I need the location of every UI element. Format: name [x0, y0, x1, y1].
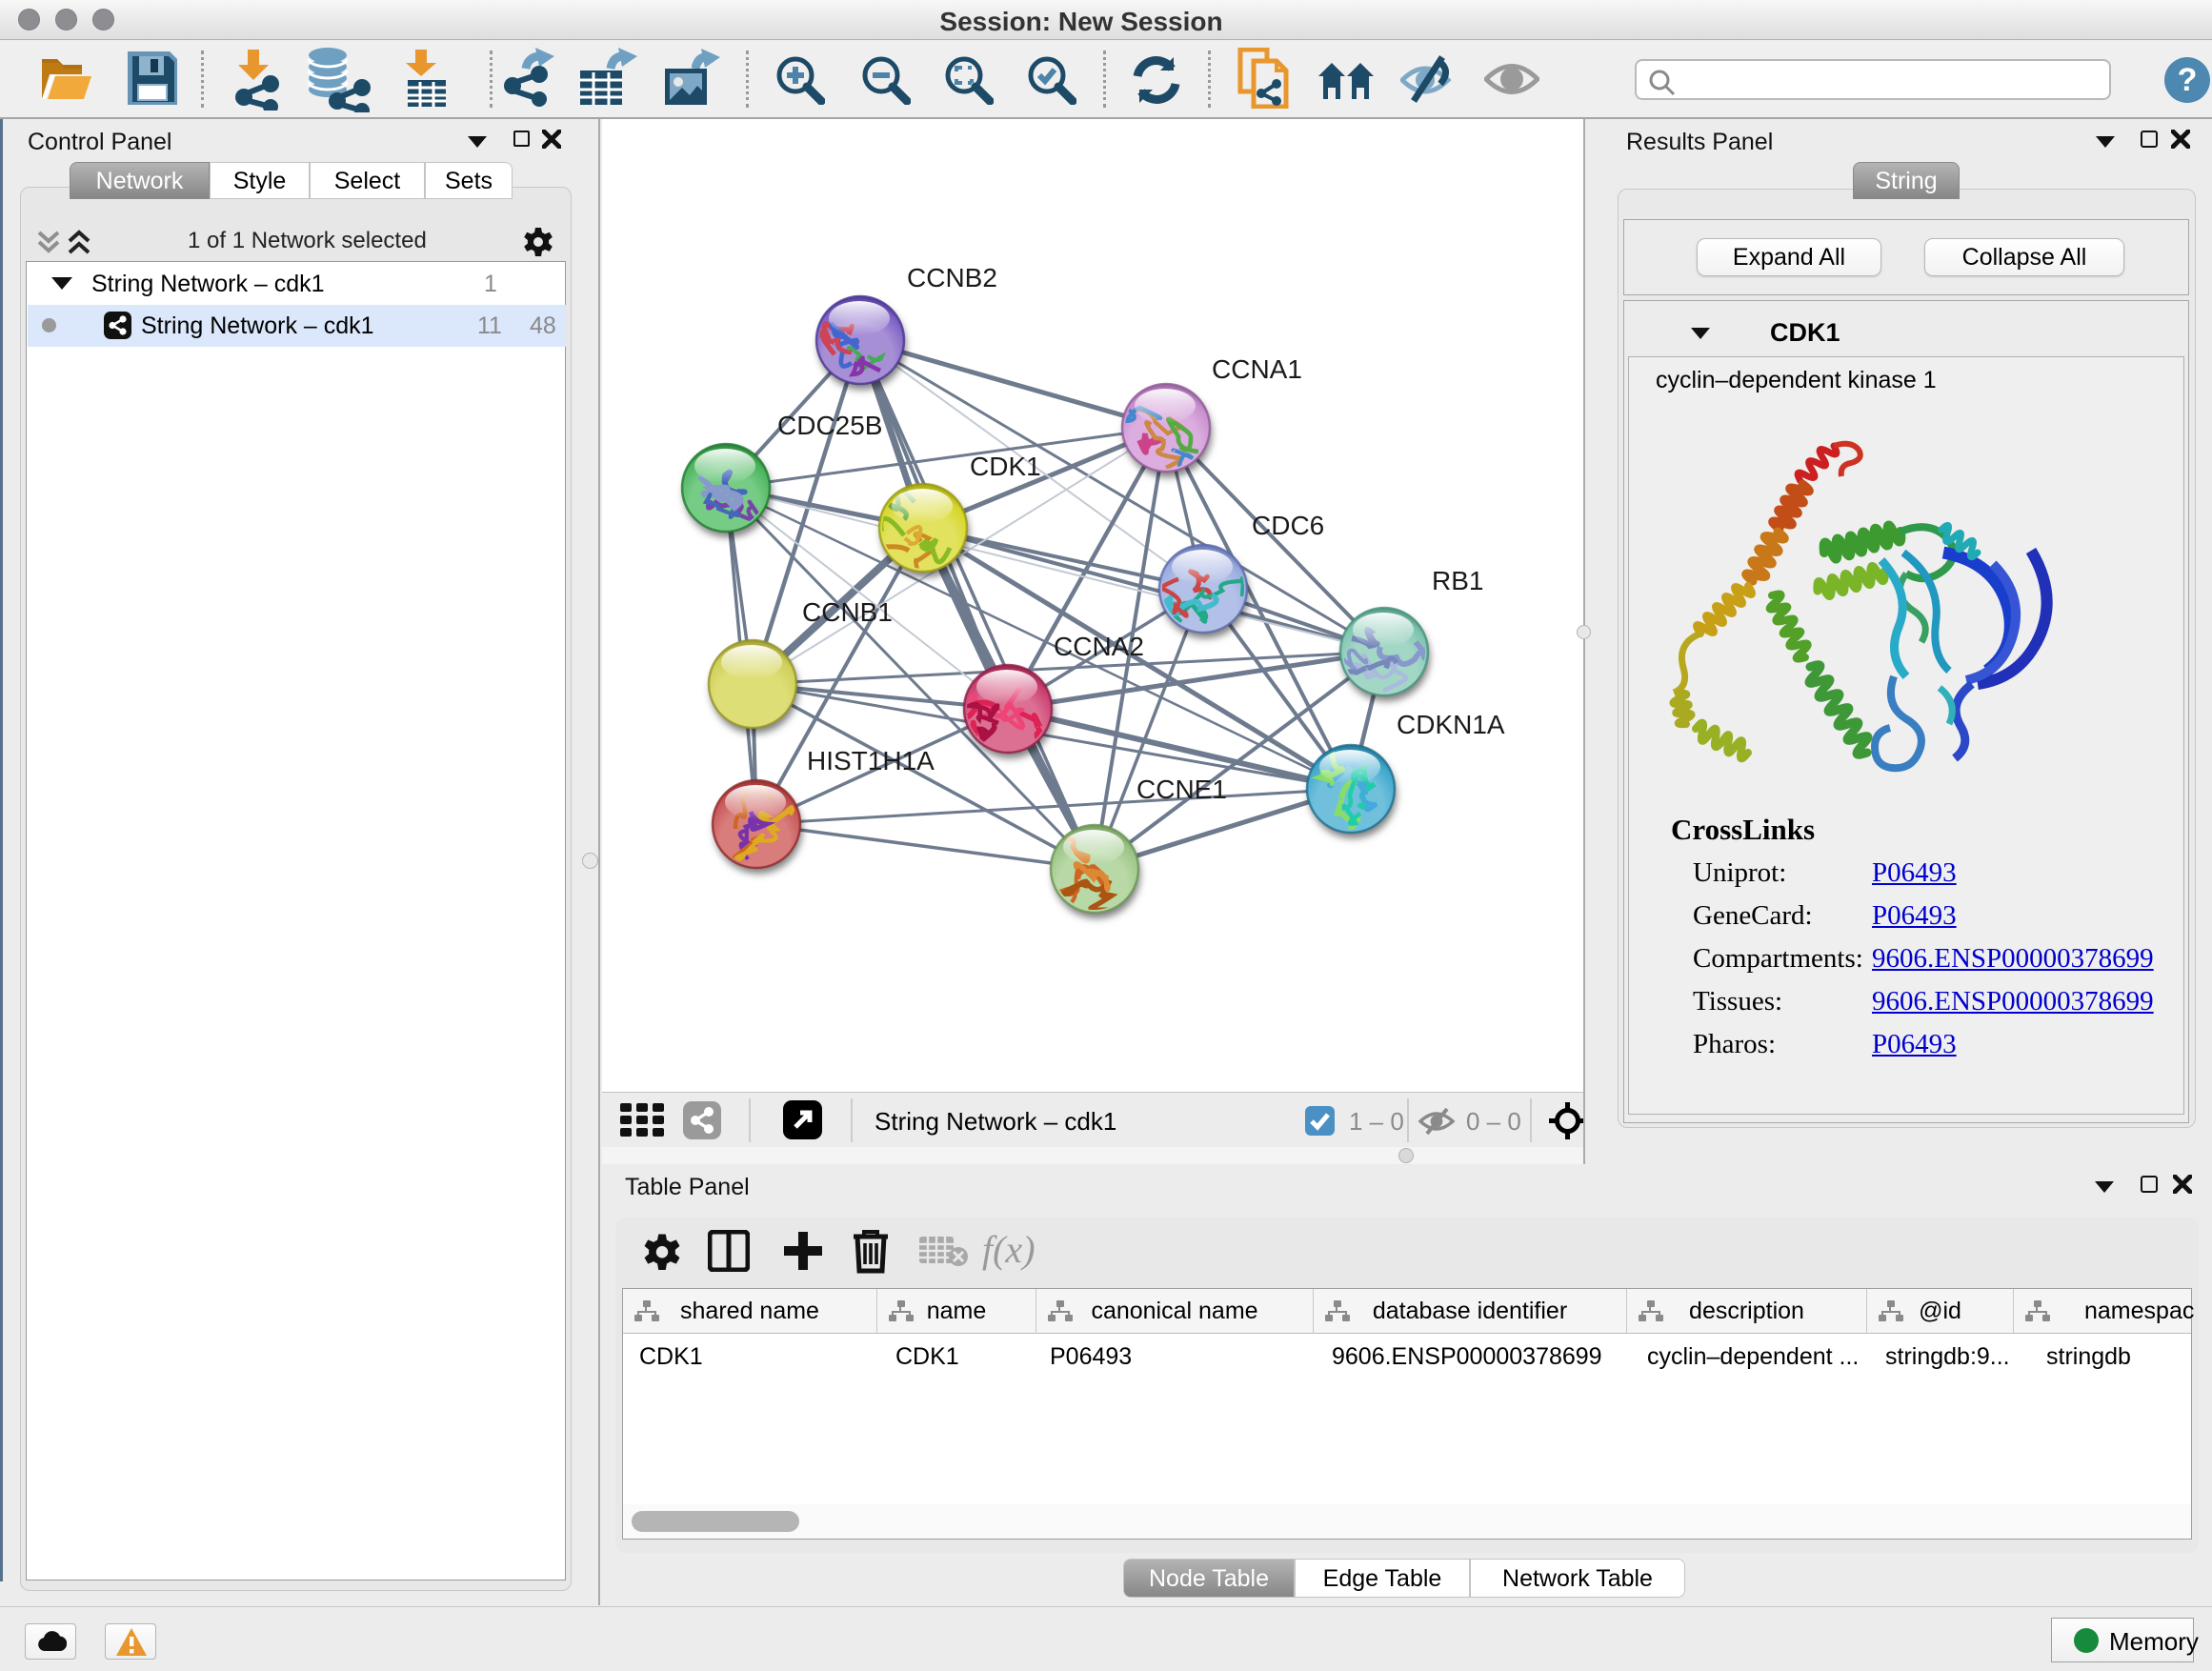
svg-text:CCNE1: CCNE1: [1136, 775, 1227, 804]
svg-text:CCNA2: CCNA2: [1054, 632, 1144, 661]
svg-text:?: ?: [2178, 62, 2198, 98]
svg-text:CDC6: CDC6: [1252, 511, 1324, 540]
svg-text:CCNA1: CCNA1: [1212, 354, 1302, 384]
svg-text:CDC25B: CDC25B: [777, 411, 882, 440]
svg-text:CDK1: CDK1: [970, 452, 1041, 481]
svg-text:CCNB1: CCNB1: [802, 597, 893, 627]
svg-text:HIST1H1A: HIST1H1A: [807, 746, 935, 775]
svg-text:RB1: RB1: [1432, 566, 1483, 595]
svg-text:CCNB2: CCNB2: [907, 263, 997, 292]
svg-text:CDKN1A: CDKN1A: [1397, 710, 1505, 739]
